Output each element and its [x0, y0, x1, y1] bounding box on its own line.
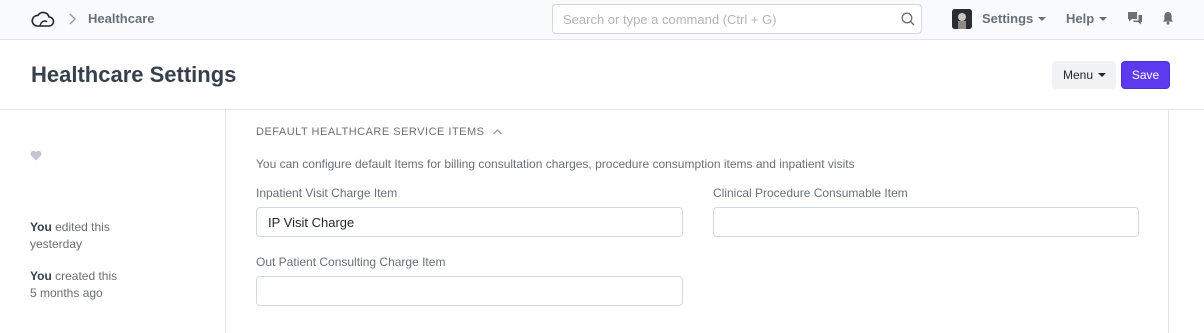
timeline-time: 5 months ago: [30, 286, 103, 300]
timeline-entry: You edited this yesterday: [30, 219, 180, 253]
avatar[interactable]: [952, 9, 972, 29]
bell-icon[interactable]: [1162, 11, 1174, 25]
chevron-up-icon[interactable]: [492, 127, 503, 136]
page-title: Healthcare Settings: [31, 62, 237, 87]
clinical-procedure-consumable-label: Clinical Procedure Consumable Item: [713, 186, 908, 200]
search-input[interactable]: [553, 5, 893, 33]
menu-button-label: Menu: [1063, 68, 1094, 82]
save-button[interactable]: Save: [1121, 61, 1170, 89]
search-icon[interactable]: [900, 11, 916, 27]
app-logo-icon[interactable]: [31, 9, 55, 29]
timeline-action: edited this: [51, 220, 110, 234]
breadcrumb-healthcare[interactable]: Healthcare: [88, 11, 154, 26]
timeline-time: yesterday: [30, 237, 83, 251]
section-title[interactable]: DEFAULT HEALTHCARE SERVICE ITEMS: [256, 126, 485, 138]
timeline-user[interactable]: You: [30, 220, 52, 234]
caret-down-icon: [1099, 17, 1108, 21]
user-avatar-icon: [952, 9, 972, 29]
settings-label: Settings: [982, 11, 1034, 26]
chevron-right-icon: [69, 13, 76, 25]
timeline-entry: You created this 5 months ago: [30, 268, 180, 302]
navbar: Healthcare Settings Help: [0, 0, 1204, 40]
page-head: Healthcare Settings Menu Save: [0, 40, 1204, 110]
menu-button[interactable]: Menu: [1052, 61, 1116, 89]
out-patient-consulting-charge-input[interactable]: [256, 276, 683, 306]
settings-dropdown[interactable]: Settings: [982, 11, 1047, 26]
timeline-action: created this: [51, 269, 118, 283]
timeline-user[interactable]: You: [30, 269, 52, 283]
caret-down-icon: [1038, 17, 1047, 21]
caret-down-icon: [1098, 73, 1106, 77]
chat-icon[interactable]: [1127, 11, 1143, 26]
awesomebar: [552, 4, 922, 34]
heart-icon[interactable]: [30, 150, 42, 161]
inpatient-visit-charge-label: Inpatient Visit Charge Item: [256, 186, 398, 200]
clinical-procedure-consumable-input[interactable]: [713, 207, 1139, 237]
help-dropdown[interactable]: Help: [1066, 11, 1108, 26]
out-patient-consulting-charge-label: Out Patient Consulting Charge Item: [256, 255, 446, 269]
inpatient-visit-charge-input[interactable]: [256, 207, 683, 237]
section-description: You can configure default Items for bill…: [256, 157, 855, 171]
help-label: Help: [1066, 11, 1095, 26]
